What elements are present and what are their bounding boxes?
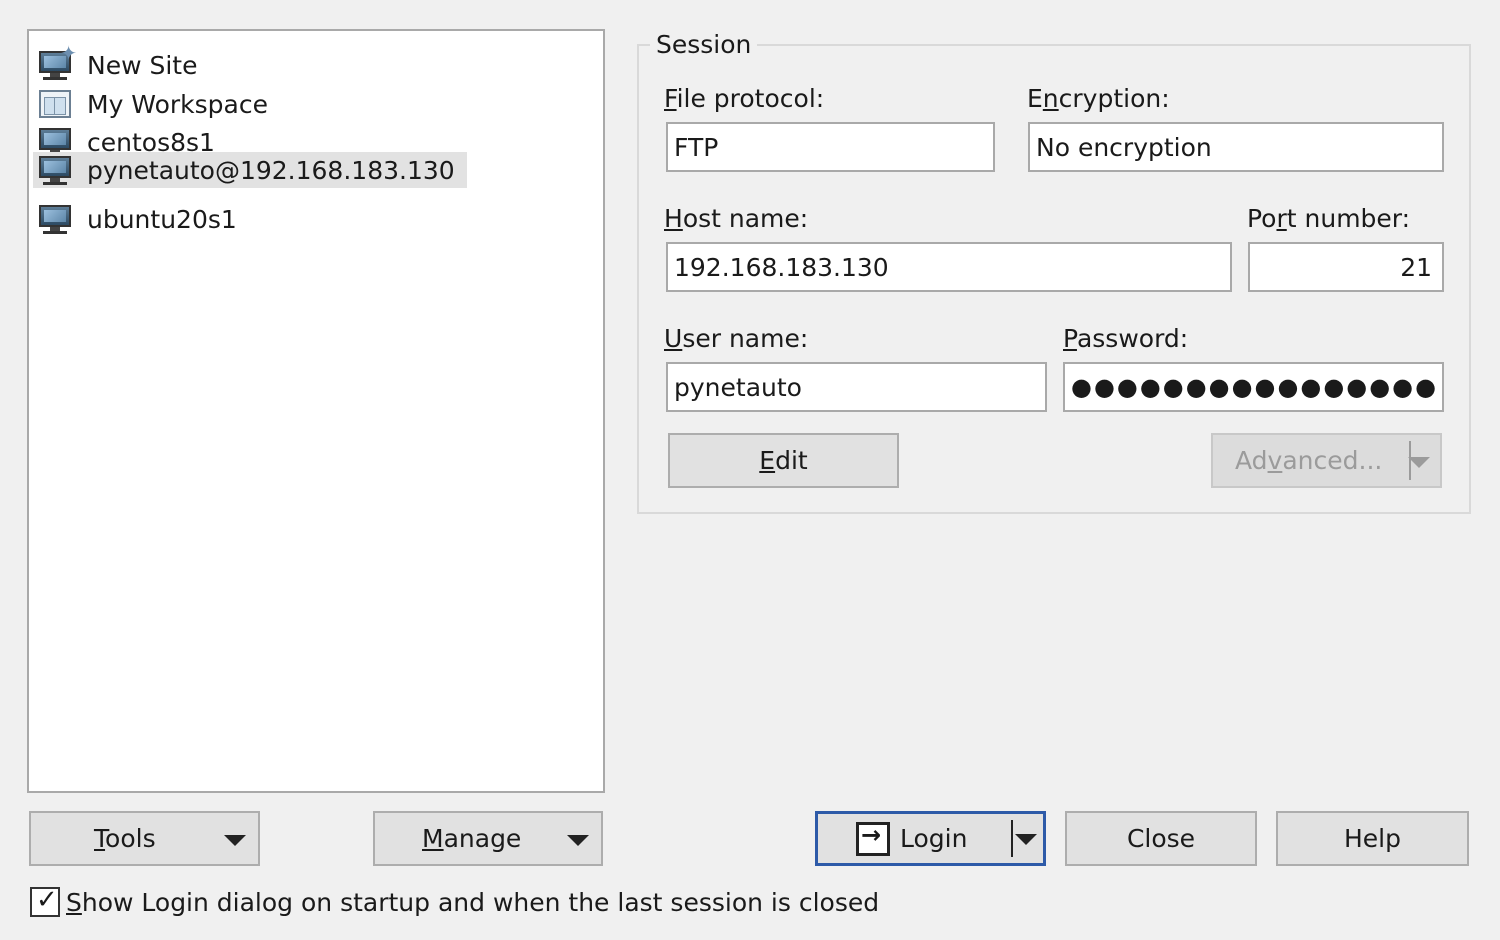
login-icon [856,821,890,856]
tree-item-label: pynetauto@192.168.183.130 [87,155,455,185]
port-number-label: Port number: [1247,204,1411,233]
user-name-input[interactable]: pynetauto [666,362,1047,412]
computer-icon [37,154,73,186]
tree-item-new-site[interactable]: ✦ New Site [37,41,209,83]
computer-icon [37,203,73,235]
close-button[interactable]: Close [1065,811,1257,866]
edit-button[interactable]: Edit [668,433,899,488]
password-label: Password: [1063,324,1189,353]
startup-checkbox[interactable]: ✓ [30,885,60,917]
checkmark-icon: ✓ [36,885,58,915]
chevron-down-icon [1408,457,1430,468]
workspace-icon [37,88,73,120]
manage-button[interactable]: Manage [373,811,603,866]
advanced-button[interactable]: Ad v anced... [1211,433,1442,488]
site-tree[interactable]: ✦ New Site My Workspace centos8s1 pyneta… [27,29,605,793]
login-button[interactable]: Login [815,811,1046,866]
port-number-input[interactable]: 21 [1248,242,1444,292]
encryption-select[interactable]: No encryption [1028,122,1444,172]
session-group-title: Session [650,30,758,59]
chevron-down-icon[interactable] [1015,834,1037,845]
tree-item-ubuntu20s1[interactable]: ubuntu20s1 [37,201,249,237]
tree-item-label: ubuntu20s1 [87,204,237,234]
host-name-label: Host name: [664,204,809,233]
help-button[interactable]: Help [1276,811,1469,866]
tree-item-label: New Site [87,50,198,80]
chevron-down-icon [567,835,589,846]
password-input[interactable]: ●●●●●●●●●●●●●●●● [1063,362,1444,412]
startup-checkbox-label[interactable]: Show Login dialog on startup and when th… [66,888,879,917]
chevron-down-icon [224,835,246,846]
new-site-icon: ✦ [37,41,77,81]
host-name-input[interactable]: 192.168.183.130 [666,242,1232,292]
tree-item-my-workspace[interactable]: My Workspace [37,86,280,122]
user-name-label: User name: [664,324,809,353]
file-protocol-label: File protocol: [664,84,825,113]
file-protocol-select[interactable]: FTP [666,122,995,172]
login-label: Login [900,824,968,853]
tools-button[interactable]: Tools [29,811,260,866]
tree-item-pynetauto[interactable]: pynetauto@192.168.183.130 [33,152,467,188]
tree-item-label: My Workspace [87,89,268,119]
encryption-label: Encryption: [1027,84,1170,113]
